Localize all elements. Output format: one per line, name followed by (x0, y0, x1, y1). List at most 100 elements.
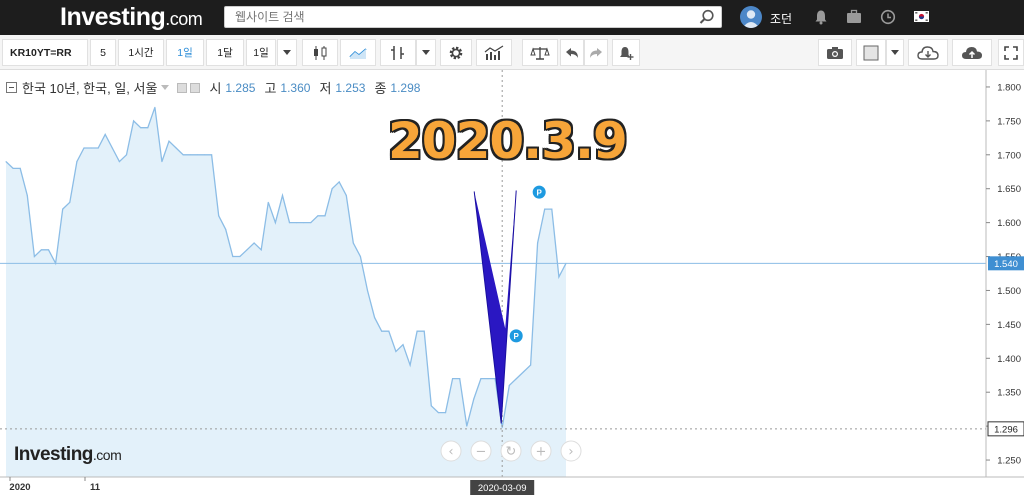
data-point (352, 242, 354, 244)
save-chart-button[interactable] (952, 39, 992, 66)
data-point (125, 154, 128, 156)
screenshot-button[interactable] (818, 39, 852, 66)
data-point (522, 371, 525, 373)
data-point (33, 255, 36, 258)
alert-icon (620, 46, 634, 60)
data-point (515, 378, 518, 380)
open-label: 시 (209, 81, 222, 96)
data-point (317, 215, 319, 217)
x-tick-label: 11 (90, 482, 101, 493)
dropdown-icon (891, 50, 899, 55)
data-point (473, 398, 475, 400)
zoom-out-icon: − (476, 445, 487, 460)
interval-selected-button[interactable]: 1일 (246, 39, 276, 66)
settings-small-icon[interactable] (177, 82, 188, 93)
interval-dropdown-button[interactable] (277, 39, 297, 66)
hide-small-icon[interactable] (190, 82, 201, 93)
data-point (253, 242, 255, 244)
data-point (338, 181, 340, 183)
x-tick-label: 2020 (9, 482, 30, 493)
data-point (5, 161, 7, 163)
data-point (211, 154, 213, 156)
zoom-in-icon: + (536, 445, 547, 460)
data-point (551, 208, 553, 210)
avatar[interactable] (740, 6, 762, 28)
data-point (97, 147, 99, 149)
event-marker-label: P (514, 332, 520, 341)
data-point (430, 405, 432, 407)
undo-button[interactable] (560, 39, 584, 66)
open-value: 1.285 (225, 80, 256, 95)
bell-icon[interactable] (814, 9, 828, 25)
chart-toolbar: KR10YT=RR 5 1시간 1일 1달 1일 (0, 35, 1024, 70)
load-chart-button[interactable] (908, 39, 948, 66)
search-input[interactable] (225, 7, 685, 27)
data-point (452, 378, 454, 380)
add-alert-button[interactable] (612, 39, 640, 66)
low-value: 1.253 (335, 80, 366, 95)
data-point (310, 222, 312, 224)
clock-icon[interactable] (880, 9, 896, 25)
gear-icon (449, 46, 463, 59)
indicators-button[interactable] (476, 39, 512, 66)
interval-5m-button[interactable]: 5 (90, 39, 116, 66)
balance-icon (530, 46, 550, 60)
line-chart-button[interactable] (340, 39, 376, 66)
undo-icon (566, 47, 578, 58)
color-dropdown-button[interactable] (886, 39, 904, 66)
compare-button[interactable] (522, 39, 558, 66)
settings-button[interactable] (440, 39, 472, 66)
data-point (76, 161, 78, 163)
user-icon (742, 10, 760, 28)
y-tick-label: 1.400 (997, 354, 1021, 365)
interval-1h-button[interactable]: 1시간 (118, 39, 164, 66)
redo-button[interactable] (584, 39, 608, 66)
data-point (203, 154, 206, 156)
close-value: 1.298 (390, 80, 421, 95)
high-value: 1.360 (280, 80, 311, 95)
color-box-button[interactable] (856, 39, 886, 66)
dropdown-icon[interactable] (161, 85, 170, 90)
cloud-upload-icon (962, 46, 982, 59)
bar-chart-button[interactable] (380, 39, 416, 66)
data-point (175, 147, 177, 149)
legend-title: 한국 10년, 한국, 일, 서울 (22, 81, 158, 96)
portfolio-icon[interactable] (846, 9, 862, 25)
data-point (83, 147, 85, 149)
symbol-field[interactable]: KR10YT=RR (2, 39, 88, 66)
data-point (487, 378, 489, 380)
investing-logo[interactable]: Investing.com (60, 3, 203, 32)
color-box-icon (863, 45, 879, 60)
reset-icon: ↻ (506, 445, 517, 460)
dropdown-icon (422, 50, 430, 55)
username[interactable]: 조던 (770, 10, 792, 27)
data-point (359, 255, 361, 258)
data-point (501, 426, 503, 429)
watermark-main: Investing (14, 444, 93, 465)
investing-watermark: Investing.com (14, 444, 122, 466)
dropdown-icon (283, 50, 291, 55)
y-tick-label: 1.250 (997, 456, 1021, 467)
data-point (530, 364, 532, 366)
fullscreen-icon (1004, 45, 1018, 60)
search-icon[interactable] (699, 9, 715, 25)
interval-1mo-button[interactable]: 1달 (206, 39, 244, 66)
chart-type-dropdown-button[interactable] (416, 39, 436, 66)
interval-1d-button[interactable]: 1일 (166, 39, 204, 66)
collapse-legend-icon[interactable] (6, 82, 17, 93)
logo-suffix: .com (165, 9, 203, 29)
cloud-download-icon (917, 45, 939, 60)
data-point (466, 425, 468, 427)
data-point (324, 215, 326, 217)
line-chart-icon (349, 47, 367, 59)
data-point (437, 412, 439, 414)
fullscreen-button[interactable] (998, 39, 1024, 66)
data-point (395, 350, 397, 353)
data-point (47, 249, 50, 251)
data-point (12, 167, 14, 169)
korea-flag-icon[interactable] (914, 11, 929, 22)
data-point (267, 201, 269, 203)
candlestick-button[interactable] (302, 39, 338, 66)
low-label: 저 (319, 81, 332, 96)
data-point (544, 208, 546, 210)
